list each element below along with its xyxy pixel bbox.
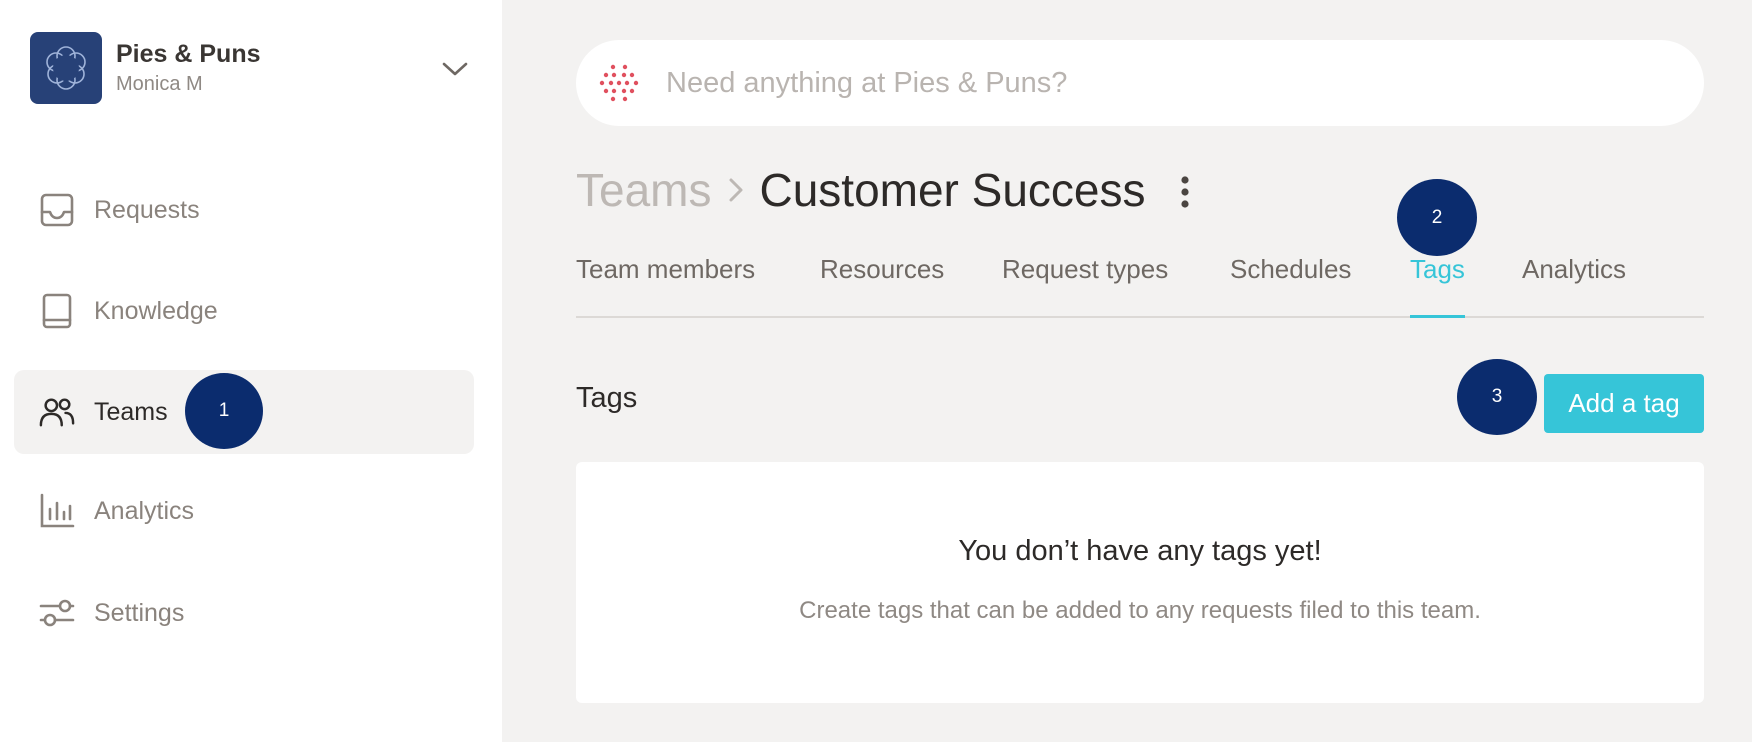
breadcrumb-parent-link[interactable]: Teams (576, 163, 711, 217)
chevron-down-icon[interactable] (440, 54, 470, 84)
sliders-icon (39, 595, 75, 631)
section-title: Tags (576, 382, 638, 414)
tab-analytics[interactable]: Analytics (1522, 254, 1626, 316)
dots-logo-icon (598, 62, 640, 104)
sidebar-item-requests[interactable]: Requests (14, 168, 474, 252)
bar-chart-icon (39, 493, 75, 529)
flower-icon (46, 46, 86, 90)
org-user-name: Monica M (116, 73, 203, 95)
org-switcher[interactable]: Pies & Puns Monica M (30, 32, 470, 104)
sidebar-item-label: Settings (94, 598, 185, 627)
empty-state-card: You don’t have any tags yet! Create tags… (576, 462, 1704, 703)
tab-request-types[interactable]: Request types (1002, 254, 1168, 316)
sidebar-item-label: Knowledge (94, 296, 218, 325)
tab-tags[interactable]: Tags (1410, 254, 1465, 318)
add-tag-button[interactable]: Add a tag (1544, 374, 1704, 433)
tab-schedules[interactable]: Schedules (1230, 254, 1351, 316)
sidebar: Pies & Puns Monica M Requests Knowledge (0, 0, 502, 742)
sidebar-item-knowledge[interactable]: Knowledge (14, 269, 474, 353)
search-bar[interactable] (576, 40, 1704, 126)
sidebar-item-settings[interactable]: Settings (14, 571, 474, 655)
more-vertical-icon[interactable] (1170, 170, 1200, 214)
breadcrumb: Teams Customer Success (576, 160, 1146, 220)
search-input[interactable] (666, 60, 1666, 106)
inbox-icon (39, 192, 75, 228)
empty-state-title: You don’t have any tags yet! (958, 535, 1322, 567)
tab-resources[interactable]: Resources (820, 254, 944, 316)
chevron-right-icon (727, 175, 745, 205)
empty-state-description: Create tags that can be added to any req… (799, 597, 1481, 624)
book-icon (39, 293, 75, 329)
step-marker-1: 1 (185, 373, 263, 449)
sidebar-item-label: Analytics (94, 496, 195, 525)
org-name: Pies & Puns (116, 40, 261, 68)
tab-team-members[interactable]: Team members (576, 254, 755, 316)
org-logo (30, 32, 102, 104)
sidebar-item-analytics[interactable]: Analytics (14, 469, 474, 553)
sidebar-item-label: Requests (94, 195, 200, 224)
users-icon (39, 394, 75, 430)
sidebar-item-label: Teams (94, 397, 168, 426)
step-marker-3: 3 (1457, 359, 1537, 435)
step-marker-2: 2 (1397, 179, 1477, 256)
tab-bar: Team members Resources Request types Sch… (576, 250, 1704, 318)
page-title: Customer Success (759, 164, 1146, 216)
